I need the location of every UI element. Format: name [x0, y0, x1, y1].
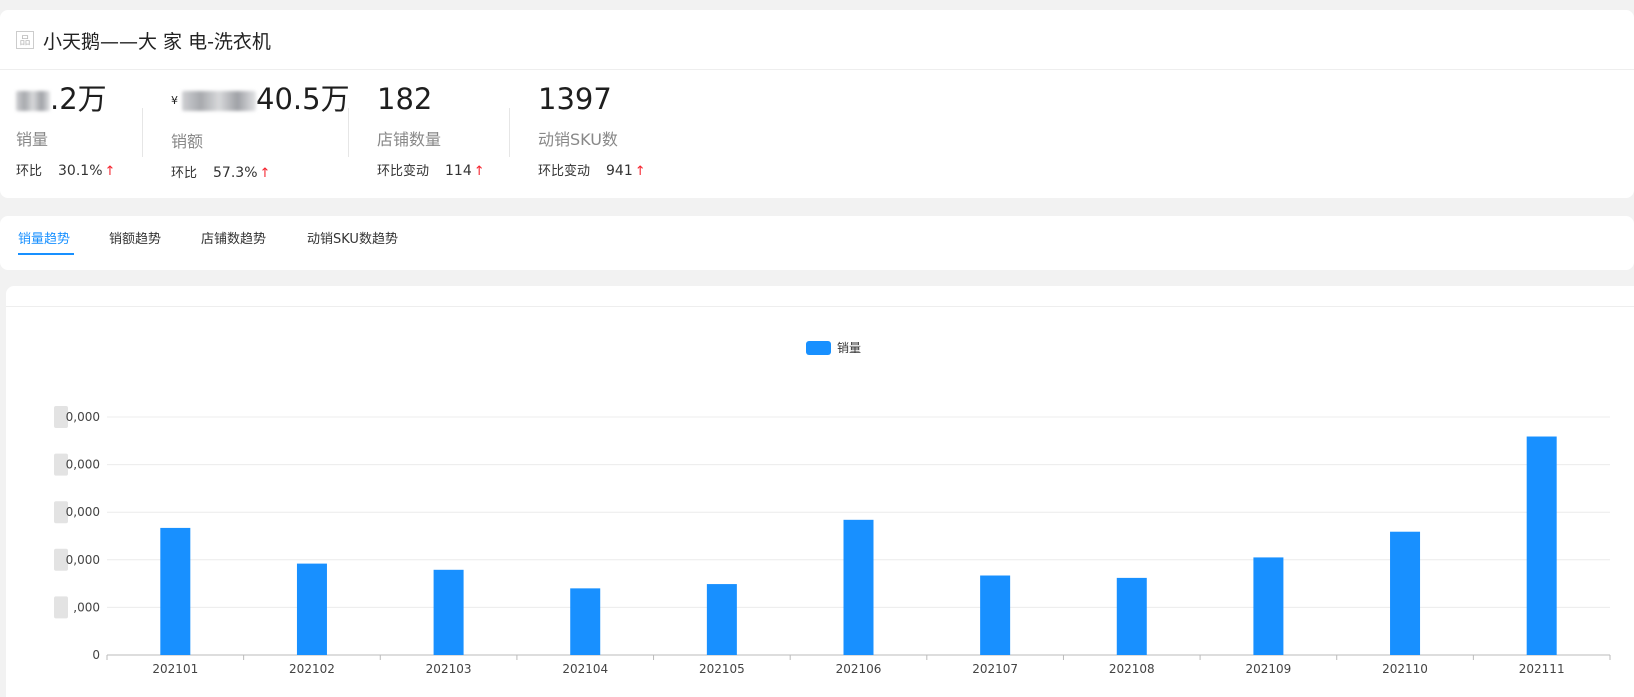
x-tick-label: 202106	[836, 662, 882, 676]
bar	[160, 527, 191, 655]
bar	[980, 575, 1011, 655]
x-tick-label: 202109	[1246, 662, 1292, 676]
bar	[296, 563, 327, 655]
x-tick-label: 202108	[1109, 662, 1155, 676]
x-tick-label: 202111	[1519, 662, 1565, 676]
bar	[1526, 436, 1557, 655]
y-tick-label: 0,000	[66, 505, 100, 519]
x-tick-label: 202105	[699, 662, 745, 676]
bar-chart: 0,0000,0000,0000,0000,000202101 202102 202…	[54, 406, 1611, 676]
x-tick-label: 202102	[289, 662, 335, 676]
bar	[706, 584, 737, 655]
x-tick-label: 202110	[1382, 662, 1428, 676]
bar	[570, 588, 601, 655]
bar	[1253, 557, 1284, 655]
masked-tick-label	[54, 596, 68, 619]
y-tick-label: 0,000	[66, 410, 100, 424]
bar	[433, 569, 464, 655]
y-tick-label: 0,000	[66, 458, 100, 472]
x-tick-label: 202101	[152, 662, 198, 676]
bar	[843, 519, 874, 655]
y-tick-label: 0,000	[66, 553, 100, 567]
bar	[1390, 531, 1421, 655]
bar	[1116, 577, 1147, 655]
x-tick-label: 202103	[426, 662, 472, 676]
y-tick-label: 0	[92, 648, 100, 662]
x-tick-label: 202104	[562, 662, 608, 676]
y-tick-label: ,000	[73, 600, 100, 614]
x-tick-label: 202107	[972, 662, 1018, 676]
